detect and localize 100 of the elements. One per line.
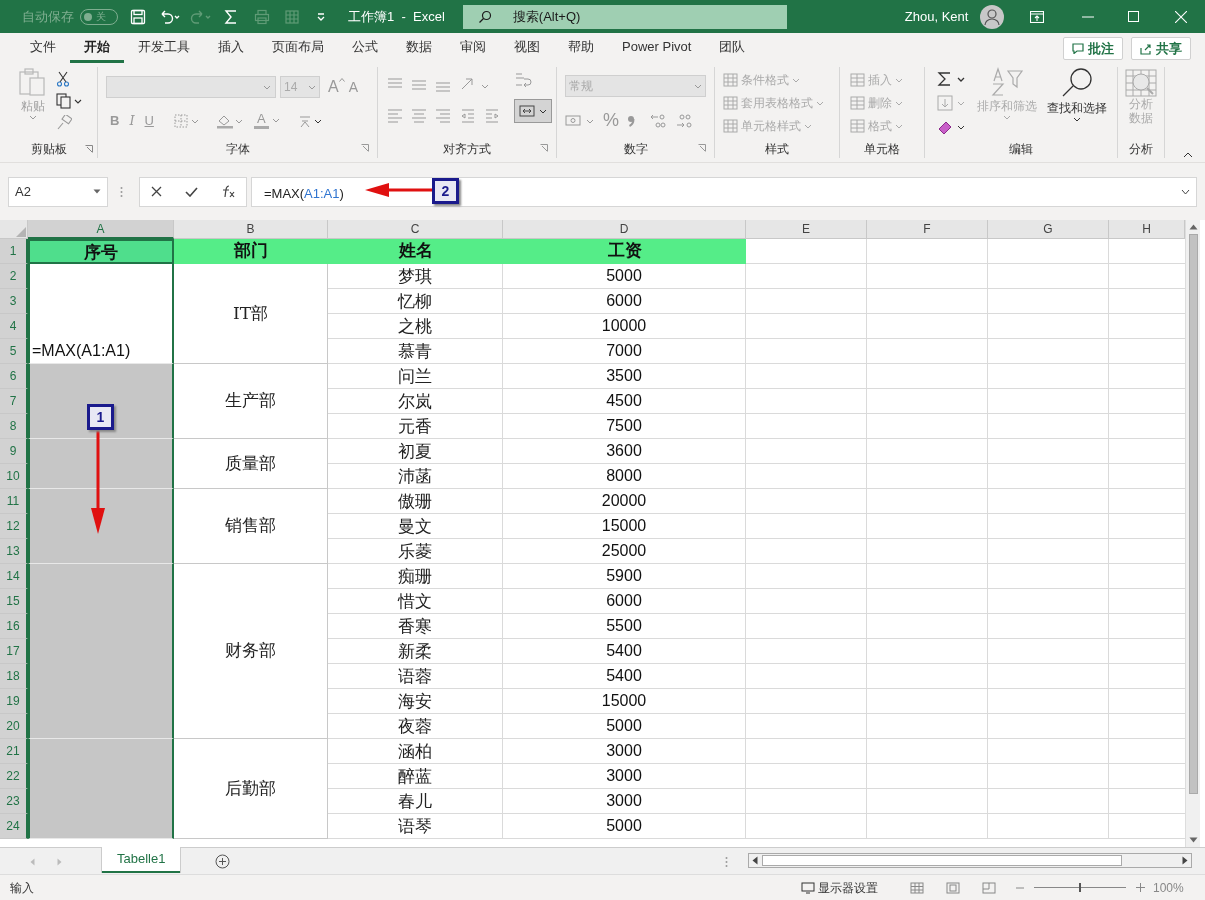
shrink-font-button[interactable]: A: [348, 76, 358, 98]
menu-tab[interactable]: 帮助: [554, 33, 608, 63]
comments-button[interactable]: 批注: [1063, 37, 1123, 60]
close-icon[interactable]: [1175, 10, 1188, 23]
search-field[interactable]: 搜索(Alt+Q): [462, 4, 787, 29]
row-header[interactable]: 2: [0, 264, 28, 289]
column-header[interactable]: C: [328, 220, 503, 239]
horizontal-scrollbar[interactable]: [748, 853, 1193, 868]
scroll-down-icon[interactable]: [1188, 837, 1198, 843]
row-header[interactable]: 13: [0, 539, 28, 564]
row-header[interactable]: 5: [0, 339, 28, 364]
row-header[interactable]: 17: [0, 639, 28, 664]
name-box[interactable]: A2: [8, 176, 108, 207]
maximize-icon[interactable]: [1128, 11, 1140, 22]
formula-field[interactable]: =MAX(A1:A1): [264, 183, 344, 203]
row-header[interactable]: 9: [0, 439, 28, 464]
insert-function-icon[interactable]: [220, 185, 235, 198]
find-select-button[interactable]: 查找和选择: [1047, 99, 1107, 117]
menu-tab[interactable]: 文件: [16, 33, 70, 63]
italic-button[interactable]: I: [129, 111, 135, 131]
row-header[interactable]: 1: [0, 239, 28, 264]
ribbon-display-icon[interactable]: [1030, 10, 1045, 23]
search-icon[interactable]: [1060, 67, 1094, 99]
menu-tab[interactable]: 团队: [705, 33, 760, 63]
column-header[interactable]: D: [503, 220, 746, 239]
row-header[interactable]: 19: [0, 689, 28, 714]
normal-view-icon[interactable]: [910, 881, 924, 894]
row-header[interactable]: 11: [0, 489, 28, 514]
row-header[interactable]: 6: [0, 364, 28, 389]
column-header[interactable]: E: [746, 220, 867, 239]
scroll-thumb[interactable]: [1188, 234, 1198, 794]
cells-button[interactable]: 删除: [850, 94, 914, 112]
menu-tab[interactable]: 插入: [204, 33, 258, 63]
row-header[interactable]: 4: [0, 314, 28, 339]
copy-icon[interactable]: [56, 93, 82, 109]
grid-icon: [723, 96, 738, 110]
dialog-launcher-icon[interactable]: [85, 145, 93, 153]
column-header[interactable]: H: [1109, 220, 1185, 239]
menu-tab[interactable]: 开发工具: [124, 33, 204, 63]
avatar-icon[interactable]: [980, 4, 1005, 29]
row-header[interactable]: 8: [0, 414, 28, 439]
row-header[interactable]: 15: [0, 589, 28, 614]
autosum-icon[interactable]: [937, 71, 967, 87]
cut-icon[interactable]: [56, 71, 70, 87]
scroll-up-icon[interactable]: [1188, 224, 1198, 230]
eraser-icon[interactable]: [937, 119, 967, 135]
styles-button[interactable]: 套用表格格式: [723, 94, 831, 112]
row-header[interactable]: 18: [0, 664, 28, 689]
customize-icon[interactable]: [316, 11, 326, 22]
menu-tab[interactable]: 审阅: [446, 33, 500, 63]
scroll-right-icon[interactable]: [1182, 856, 1189, 865]
column-header[interactable]: F: [867, 220, 988, 239]
percent-button[interactable]: %: [603, 107, 619, 134]
cancel-icon[interactable]: [151, 186, 163, 197]
menu-tab[interactable]: 开始: [70, 33, 124, 63]
expand-formula-icon[interactable]: [1181, 188, 1190, 195]
column-header[interactable]: B: [174, 220, 328, 239]
bold-button[interactable]: B: [110, 111, 120, 131]
collapse-ribbon-icon[interactable]: [1183, 152, 1193, 158]
row-header[interactable]: 16: [0, 614, 28, 639]
font-color-button[interactable]: A: [253, 112, 280, 130]
row-header[interactable]: 7: [0, 389, 28, 414]
menu-tab[interactable]: Power Pivot: [608, 33, 706, 63]
styles-button[interactable]: 单元格样式: [723, 117, 831, 135]
column-header[interactable]: A: [28, 220, 174, 239]
row-header[interactable]: 14: [0, 564, 28, 589]
menu-tab[interactable]: 数据: [392, 33, 446, 63]
menu-tab[interactable]: 视图: [500, 33, 554, 63]
sum-icon[interactable]: [224, 8, 238, 25]
cells-button[interactable]: 插入: [850, 71, 914, 89]
cells-button[interactable]: 格式: [850, 117, 914, 135]
minimize-icon[interactable]: [1082, 15, 1095, 18]
zoom-in-icon[interactable]: [1136, 883, 1145, 892]
grow-font-button[interactable]: A: [328, 75, 345, 99]
analyze-data-button[interactable]: 分析数据: [1127, 97, 1155, 125]
scroll-left-icon[interactable]: [752, 856, 759, 865]
dialog-launcher-icon[interactable]: [698, 144, 706, 152]
column-header[interactable]: G: [988, 220, 1109, 239]
paste-button[interactable]: 粘贴: [21, 97, 45, 115]
styles-button[interactable]: 条件格式: [723, 71, 831, 89]
display-settings-button[interactable]: 显示器设置: [801, 878, 878, 897]
menu-tab[interactable]: 页面布局: [258, 33, 338, 63]
row-header[interactable]: 22: [0, 764, 28, 789]
row-header[interactable]: 21: [0, 739, 28, 764]
row-header[interactable]: 10: [0, 464, 28, 489]
underline-button[interactable]: U: [144, 111, 154, 131]
sheet-tab[interactable]: Tabelle1: [102, 847, 181, 873]
row-header[interactable]: 3: [0, 289, 28, 314]
row-header[interactable]: 20: [0, 714, 28, 739]
sort-filter-button[interactable]: 排序和筛选: [977, 97, 1037, 115]
add-sheet-icon[interactable]: [215, 854, 231, 869]
dialog-launcher-icon[interactable]: [540, 144, 548, 152]
save-icon[interactable]: [130, 8, 146, 25]
share-button[interactable]: 共享: [1131, 37, 1191, 60]
row-header[interactable]: 23: [0, 789, 28, 814]
dialog-launcher-icon[interactable]: [361, 144, 369, 152]
row-header[interactable]: 12: [0, 514, 28, 539]
menu-tab[interactable]: 公式: [338, 33, 392, 63]
enter-icon[interactable]: [185, 186, 198, 197]
row-header[interactable]: 24: [0, 814, 28, 839]
